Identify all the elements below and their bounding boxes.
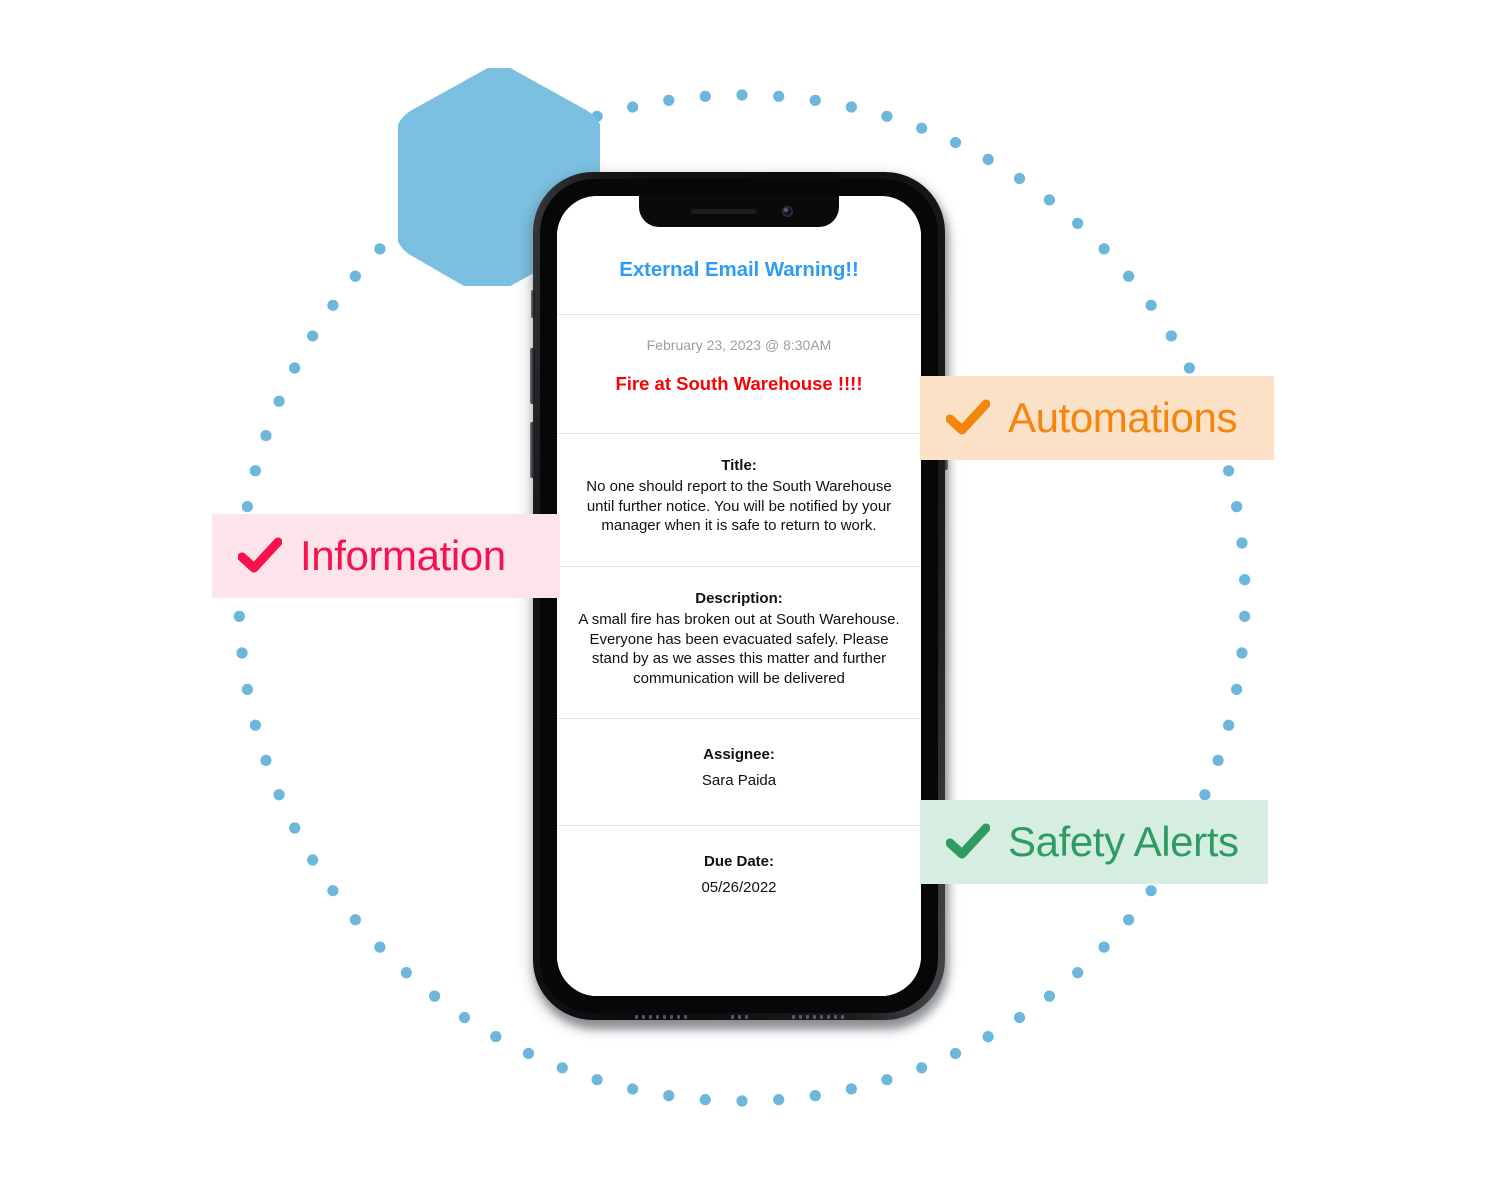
mute-switch[interactable] — [531, 290, 535, 318]
field-label: Due Date: — [703, 852, 774, 870]
timestamp: February 23, 2023 @ 8:30AM — [646, 337, 832, 353]
check-icon — [946, 823, 990, 859]
badge-automations[interactable]: Automations — [920, 376, 1274, 460]
phone-body: External Email Warning!! February 23, 20… — [530, 172, 948, 1020]
alert-title: Fire at South Warehouse !!!! — [615, 373, 863, 394]
volume-up-button[interactable] — [530, 348, 535, 404]
field-label: Description: — [695, 589, 783, 607]
field-description: Description: A small fire has broken out… — [557, 567, 921, 718]
notch — [639, 196, 839, 227]
badge-safety-alerts[interactable]: Safety Alerts — [920, 800, 1268, 884]
earpiece-speaker-icon — [691, 209, 757, 214]
check-icon — [238, 537, 282, 573]
field-value: No one should report to the South Wareho… — [586, 478, 892, 535]
bottom-speaker-grille — [589, 1014, 889, 1019]
badge-label: Safety Alerts — [1008, 818, 1239, 865]
phone-mockup: External Email Warning!! February 23, 20… — [530, 172, 951, 1030]
badge-label: Information — [300, 532, 506, 579]
phone-screen[interactable]: External Email Warning!! February 23, 20… — [557, 196, 921, 996]
field-value: Sara Paida — [701, 772, 777, 790]
badge-information[interactable]: Information — [212, 514, 560, 598]
notification-detail-view: External Email Warning!! February 23, 20… — [557, 196, 921, 996]
volume-down-button[interactable] — [530, 422, 535, 478]
external-email-warning-heading: External Email Warning!! — [619, 258, 859, 281]
field-title: Title: No one should report to the South… — [557, 434, 921, 566]
field-due-date: Due Date: 05/26/2022 — [557, 826, 921, 918]
field-assignee: Assignee: Sara Paida — [557, 719, 921, 825]
check-icon — [946, 399, 990, 435]
field-value: 05/26/2022 — [701, 879, 777, 896]
illustration-canvas: External Email Warning!! February 23, 20… — [0, 0, 1500, 1200]
field-label: Assignee: — [703, 746, 775, 763]
field-value: A small fire has broken out at South War… — [578, 611, 900, 687]
front-camera-icon — [782, 206, 793, 217]
badge-label: Automations — [1008, 394, 1238, 441]
field-label: Title: — [721, 457, 757, 474]
